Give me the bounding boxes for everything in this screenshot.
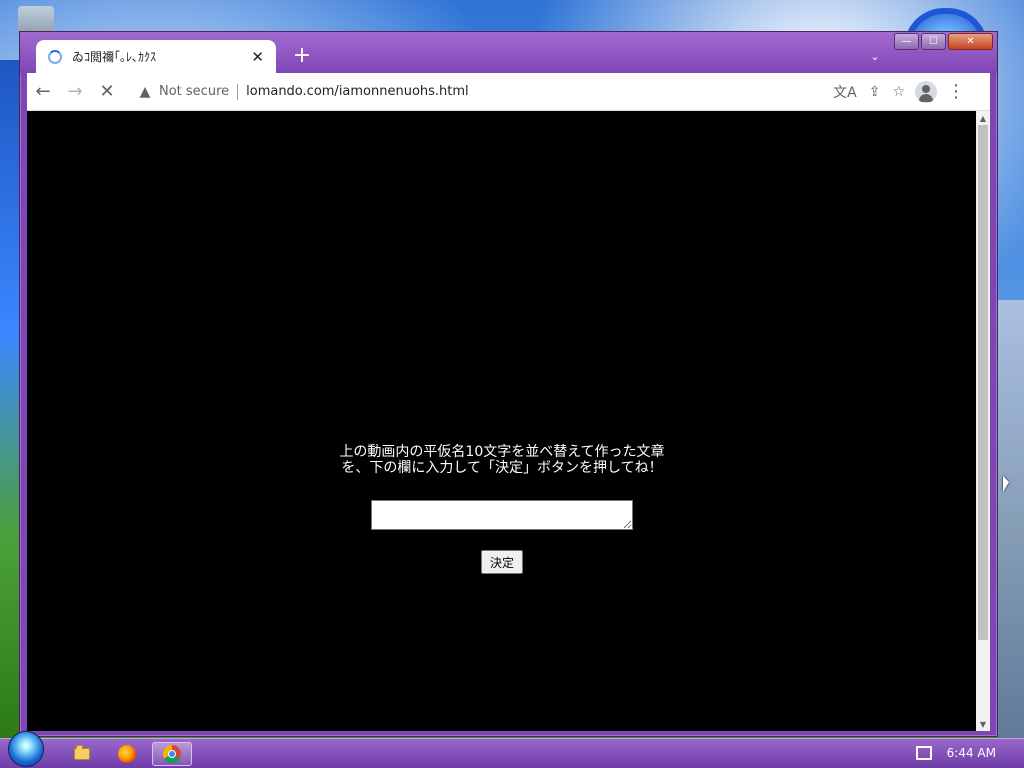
browser-window: ゐｺ閲禰｢｡ﾚ､ｶｸｽ ✕ + ⌄ — ☐ ✕ ← → ✕ ▲ Not secu…	[19, 31, 998, 737]
instruction-text: 上の動画内の平仮名10文字を並べ替えて作った文章 を、下の欄に入力して「決定」ボ…	[339, 444, 665, 476]
stop-loading-button[interactable]: ✕	[91, 76, 123, 108]
decide-button[interactable]: 決定	[481, 550, 523, 574]
close-window-button[interactable]: ✕	[948, 33, 993, 50]
new-tab-button[interactable]: +	[288, 42, 316, 70]
url-text[interactable]: lomando.com/iamonnenuohs.html	[246, 84, 469, 99]
desktop-background-right	[998, 300, 1024, 740]
mouse-cursor-icon	[1003, 476, 1009, 492]
window-controls: — ☐ ✕	[894, 33, 993, 50]
desktop-background-left	[0, 60, 20, 740]
share-icon[interactable]: ⇪	[869, 84, 881, 100]
address-divider	[237, 83, 239, 100]
folder-icon	[74, 745, 90, 760]
page-scrollbar[interactable]: ▲ ▼	[976, 111, 990, 731]
taskbar-file-explorer[interactable]	[66, 742, 98, 766]
not-secure-label: Not secure	[159, 84, 230, 99]
scroll-up-arrow-icon[interactable]: ▲	[976, 111, 990, 125]
web-page-viewport: 上の動画内の平仮名10文字を並べ替えて作った文章 を、下の欄に入力して「決定」ボ…	[27, 111, 977, 731]
address-bar[interactable]: ▲ Not secure lomando.com/iamonnenuohs.ht…	[131, 77, 911, 106]
network-icon[interactable]	[916, 746, 932, 760]
translate-icon[interactable]: 文A	[833, 82, 857, 102]
tab-search-icon[interactable]: ⌄	[867, 48, 883, 64]
address-bar-actions: 文A ⇪ ☆	[833, 82, 905, 102]
tab-close-icon[interactable]: ✕	[251, 48, 264, 66]
bookmark-star-icon[interactable]: ☆	[892, 84, 905, 100]
scroll-down-arrow-icon[interactable]: ▼	[976, 717, 990, 731]
warning-icon: ▲	[139, 83, 151, 100]
profile-avatar-icon[interactable]	[915, 80, 937, 103]
minimize-button[interactable]: —	[894, 33, 919, 50]
taskbar-chrome[interactable]	[152, 742, 192, 766]
loading-spinner-icon	[48, 49, 62, 64]
taskbar: 6:44 AM	[0, 731, 1024, 768]
toolbar-right-actions: ⋮	[915, 80, 965, 103]
browser-tab-active[interactable]: ゐｺ閲禰｢｡ﾚ､ｶｸｽ ✕	[36, 40, 276, 73]
scrollbar-thumb[interactable]	[978, 125, 988, 640]
tab-title: ゐｺ閲禰｢｡ﾚ､ｶｸｽ	[72, 50, 157, 64]
maximize-button[interactable]: ☐	[921, 33, 946, 50]
browser-titlebar: ゐｺ閲禰｢｡ﾚ､ｶｸｽ ✕ + ⌄ — ☐ ✕	[20, 32, 997, 73]
chrome-icon	[163, 745, 181, 763]
browser-menu-icon[interactable]: ⋮	[947, 82, 965, 101]
start-button[interactable]	[8, 731, 44, 767]
browser-toolbar: ← → ✕ ▲ Not secure lomando.com/iamonnenu…	[27, 73, 990, 111]
page-content: 上の動画内の平仮名10文字を並べ替えて作った文章 を、下の欄に入力して「決定」ボ…	[317, 444, 687, 574]
taskbar-firefox[interactable]	[111, 742, 143, 766]
firefox-icon	[118, 745, 136, 763]
back-button[interactable]: ←	[27, 76, 59, 108]
forward-button[interactable]: →	[59, 76, 91, 108]
taskbar-clock[interactable]: 6:44 AM	[947, 746, 996, 760]
answer-input[interactable]	[371, 500, 633, 530]
